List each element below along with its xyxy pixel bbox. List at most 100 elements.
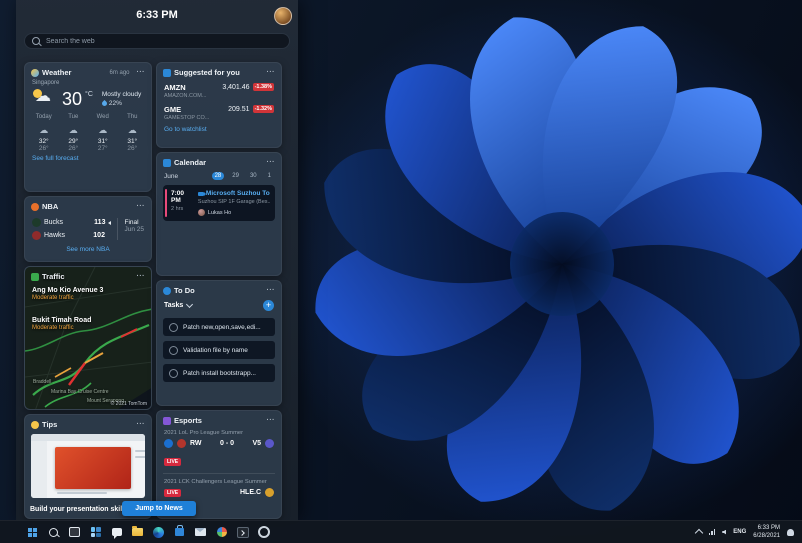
traffic-road[interactable]: Bukit Timah Road Moderate traffic (32, 317, 91, 331)
todo-widget[interactable]: To Do Tasks Patch new,open,save,edi... V… (156, 280, 282, 406)
esports-title: Esports (174, 416, 202, 425)
live-badge: LIVE (164, 488, 182, 497)
task-checkbox[interactable] (169, 322, 178, 332)
chat-button[interactable] (108, 524, 125, 541)
calendar-widget[interactable]: Calendar June 28 29 30 1 7:00 PM 2 hrs M… (156, 152, 282, 276)
calendar-day[interactable]: 28 (211, 172, 225, 180)
windows-logo-icon (28, 527, 37, 537)
event-title[interactable]: Microsoft Suzhou Toa... (206, 190, 270, 197)
weather-title: Weather (42, 68, 72, 77)
user-avatar[interactable] (274, 7, 292, 25)
gear-icon (257, 526, 270, 538)
task-list-selector[interactable]: Tasks (164, 300, 194, 309)
nba-team-row[interactable]: Bucks 113 (32, 216, 112, 229)
volume-icon[interactable] (722, 529, 727, 535)
widgets-panel: 6:33 PM Weather 6m ago Singapore 30 °C M… (16, 0, 298, 521)
weather-condition-icon (32, 89, 59, 109)
mail-button[interactable] (192, 524, 209, 541)
search-icon (49, 527, 58, 537)
more-options-icon[interactable] (137, 275, 146, 279)
traffic-title: Traffic (42, 272, 65, 281)
jump-to-news-button[interactable]: Jump to News (122, 501, 196, 516)
terminal-button[interactable] (234, 524, 251, 541)
weather-widget-icon (31, 68, 39, 77)
calendar-day[interactable]: 30 (247, 172, 260, 180)
photos-button[interactable] (213, 524, 230, 541)
chat-icon (111, 528, 122, 539)
network-icon[interactable] (708, 529, 716, 535)
watchlist-link[interactable]: Go to watchlist (157, 124, 281, 135)
taskbar-search-button[interactable] (45, 524, 62, 541)
weather-forecast-row: Today 32° 26° Tue 29° 26° Wed 31° 27° Th… (25, 111, 151, 153)
traffic-widget[interactable]: Traffic Ang Mo Kio Avenue 3 Moderate tra… (24, 266, 152, 410)
calendar-widget-icon (163, 158, 171, 167)
edge-button[interactable] (150, 524, 167, 541)
tips-headline: Build your presentation skills (30, 506, 129, 513)
file-explorer-button[interactable] (129, 524, 146, 541)
hawks-logo-icon (32, 231, 41, 240)
more-options-icon[interactable] (137, 71, 146, 75)
task-item[interactable]: Patch new,open,save,edi... (163, 318, 275, 336)
video-call-icon (197, 191, 206, 196)
weather-condition-text: Mostly cloudy (101, 91, 142, 98)
photos-icon (216, 527, 227, 537)
start-button[interactable] (24, 524, 41, 541)
calendar-day[interactable]: 1 (265, 172, 274, 180)
calendar-title: Calendar (174, 158, 207, 167)
weather-forecast-link[interactable]: See full forecast (25, 153, 151, 164)
notifications-bell-icon[interactable] (787, 528, 794, 536)
league-logo-icon (164, 439, 173, 448)
stock-row[interactable]: GME GAMESTOP CO... 209.51 -1.32% (157, 102, 281, 124)
traffic-road[interactable]: Ang Mo Kio Avenue 3 Moderate traffic (32, 287, 103, 301)
store-button[interactable] (171, 524, 188, 541)
widgets-button[interactable] (87, 524, 104, 541)
task-view-button[interactable] (66, 524, 83, 541)
nba-team-row[interactable]: Hawks 102 (32, 229, 111, 242)
stocks-widget[interactable]: Suggested for you AMZN AMAZON.COM... 3,4… (156, 62, 282, 148)
more-options-icon[interactable] (267, 71, 276, 75)
forecast-day[interactable]: Wed 31° 27° (88, 114, 118, 152)
settings-button[interactable] (255, 524, 272, 541)
calendar-event[interactable]: 7:00 PM 2 hrs Microsoft Suzhou Toa... Su… (163, 185, 275, 221)
divider (117, 218, 119, 240)
nba-more-link[interactable]: See more NBA (25, 244, 151, 255)
weather-temperature: 30 (62, 89, 83, 109)
more-options-icon[interactable] (267, 419, 276, 423)
esports-match[interactable]: RW 0 - 0 V5 (157, 436, 281, 449)
tray-clock[interactable]: 6:33 PM 6/28/2021 (753, 524, 780, 540)
more-options-icon[interactable] (137, 205, 146, 209)
forecast-day[interactable]: Thu 31° 26° (118, 114, 148, 152)
show-hidden-icons-chevron[interactable] (694, 528, 704, 538)
search-input[interactable] (44, 36, 282, 46)
terminal-icon (236, 526, 249, 538)
add-task-button[interactable] (263, 300, 274, 311)
search-bar[interactable] (24, 33, 290, 49)
more-options-icon[interactable] (267, 161, 276, 165)
stock-row[interactable]: AMZN AMAZON.COM... 3,401.46 -1.38% (157, 80, 281, 102)
calendar-day[interactable]: 29 (229, 172, 242, 180)
forecast-day[interactable]: Today 32° 26° (29, 114, 59, 152)
tips-thumbnail[interactable] (31, 434, 145, 498)
task-item[interactable]: Patch install bootstrapp... (163, 364, 275, 382)
task-item[interactable]: Validation file by name (163, 341, 275, 359)
attendee-avatar (197, 209, 205, 216)
more-options-icon[interactable] (267, 289, 276, 293)
esports-match[interactable]: LIVE HLE.C (157, 485, 281, 498)
stock-change-badge: -1.32% (252, 105, 274, 113)
language-indicator[interactable]: ENG (733, 529, 746, 535)
stocks-widget-icon (163, 68, 171, 77)
more-options-icon[interactable] (137, 423, 146, 427)
weather-widget[interactable]: Weather 6m ago Singapore 30 °C Mostly cl… (24, 62, 152, 192)
task-checkbox[interactable] (169, 368, 178, 378)
task-checkbox[interactable] (169, 345, 178, 355)
tips-widget-icon (31, 420, 39, 429)
map-attribution: © 2021 TomTom (110, 401, 147, 407)
forecast-day[interactable]: Tue 29° 26° (59, 114, 89, 152)
taskbar: ENG 6:33 PM 6/28/2021 (0, 520, 802, 543)
wallpaper-bloom-flower (315, 17, 802, 511)
panel-clock: 6:33 PM (136, 9, 178, 21)
store-bag-icon (175, 525, 184, 536)
calendar-month: June (164, 172, 179, 180)
bucks-logo-icon (32, 218, 41, 227)
nba-widget[interactable]: NBA Bucks 113 Hawks 102 Fin (24, 196, 152, 262)
